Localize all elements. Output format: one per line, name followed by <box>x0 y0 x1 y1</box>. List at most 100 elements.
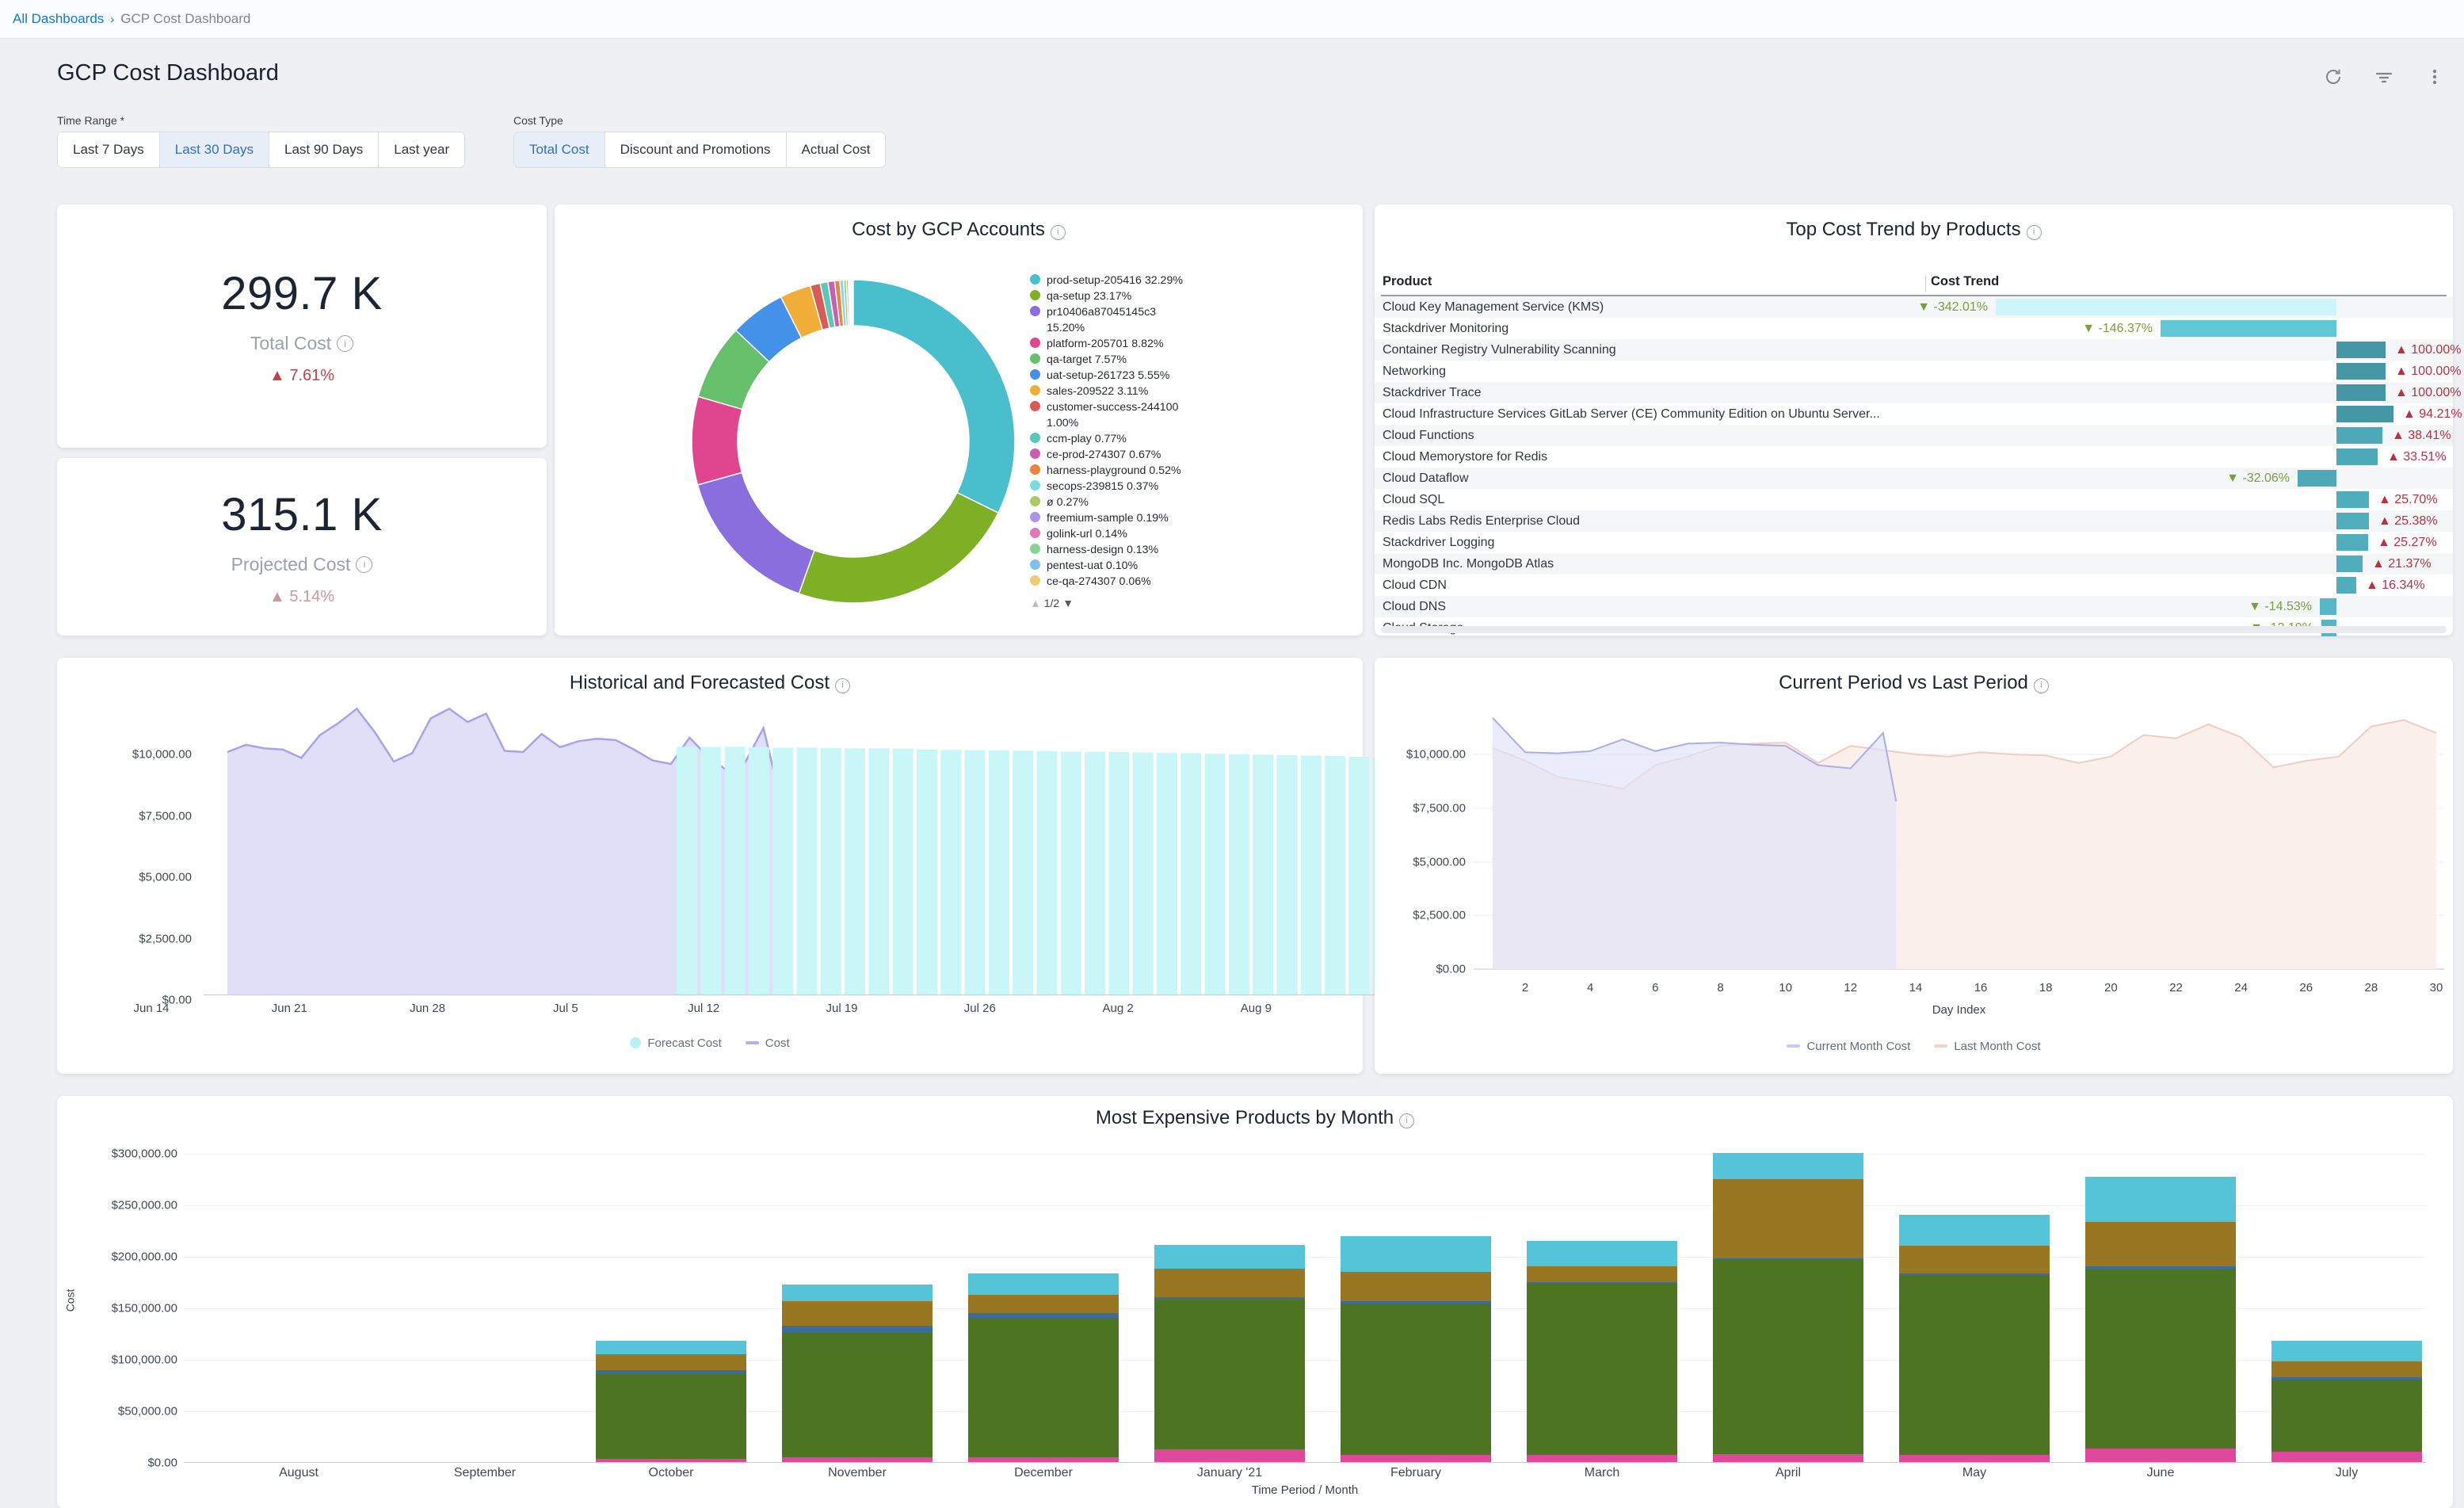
cost-type-option-total-cost[interactable]: Total Cost <box>514 132 605 167</box>
y-axis-tick: $10,000.00 <box>1383 748 1466 762</box>
bar-segment <box>1899 1276 2050 1455</box>
trend-value: ▲ 16.34% <box>2366 575 2425 596</box>
column-header-cost-trend: Cost Trend <box>1931 274 1999 289</box>
time-range-option-last-90-days[interactable]: Last 90 Days <box>269 132 379 167</box>
y-axis-tick: $7,500.00 <box>89 809 192 823</box>
table-row: Cloud Memorystore for Redis▲ 33.51% <box>1375 446 2453 468</box>
legend-dot-icon <box>1030 290 1040 300</box>
legend-item: Cost <box>746 1037 790 1050</box>
kpi-delta: ▲ 5.14% <box>269 588 334 606</box>
trend-value: ▼ -146.37% <box>2082 318 2153 339</box>
product-cell: Cloud Key Management Service (KMS) <box>1383 296 1910 318</box>
cost-trend-cell: ▲ 16.34% <box>1921 575 2450 596</box>
product-cell: Cloud CDN <box>1383 575 1910 596</box>
total-cost-card: 299.7 K Total Costi ▲ 7.61% <box>57 204 547 448</box>
product-cell: Networking <box>1383 361 1910 382</box>
product-cell: Container Registry Vulnerability Scannin… <box>1383 339 1910 361</box>
trend-value: ▼ -32.06% <box>2226 468 2290 489</box>
x-axis-tick: 4 <box>1587 981 1593 995</box>
x-axis-month-label: May <box>1962 1466 1986 1480</box>
x-axis-tick: 28 <box>2365 981 2378 995</box>
bar-segment <box>1341 1301 1491 1304</box>
trend-bar <box>2336 363 2386 380</box>
bar-segment <box>596 1370 746 1373</box>
table-row: Cloud Dataflow▼ -32.06% <box>1375 468 2453 489</box>
info-icon[interactable]: i <box>2027 225 2042 240</box>
cost-trend-cell: ▼ -14.53% <box>1921 596 2450 617</box>
x-axis-tick: Aug 2 <box>1102 1002 1133 1015</box>
monthly-stacked-bar-chart <box>184 1154 2426 1463</box>
donut-slice-pr10406a87045145c3 <box>698 472 814 594</box>
kpi-value: 299.7 K <box>221 267 382 320</box>
trend-bar <box>1996 299 2336 315</box>
breadcrumb-all-dashboards-link[interactable]: All Dashboards <box>13 11 104 27</box>
filter-icon[interactable] <box>2374 67 2394 87</box>
kpi-label: Projected Costi <box>231 554 373 575</box>
info-icon[interactable]: i <box>356 556 372 573</box>
legend-item: platform-205701 8.82% <box>1030 336 1331 352</box>
product-cell: MongoDB Inc. MongoDB Atlas <box>1383 553 1910 575</box>
cost-type-option-actual-cost[interactable]: Actual Cost <box>787 132 886 167</box>
bar-segment <box>2271 1377 2422 1380</box>
legend-item: pr10406a87045145c3 <box>1030 304 1331 320</box>
kebab-menu-icon[interactable] <box>2424 67 2445 87</box>
refresh-icon[interactable] <box>2323 67 2344 87</box>
horizontal-scrollbar[interactable] <box>1381 626 2447 633</box>
product-cell: Stackdriver Trace <box>1383 382 1910 403</box>
trend-value: ▲ 33.51% <box>2387 446 2447 468</box>
legend-page-down-icon[interactable]: ▼ <box>1062 597 1074 609</box>
kpi-delta: ▲ 7.61% <box>269 367 334 385</box>
trend-bar <box>2336 577 2356 594</box>
kpi-label: Total Costi <box>250 333 353 354</box>
bar-segment <box>2271 1341 2422 1361</box>
x-axis-tick: 18 <box>2039 981 2053 995</box>
product-cell: Cloud SQL <box>1383 489 1910 510</box>
bar-segment <box>1713 1260 1863 1453</box>
x-axis-month-label: September <box>454 1466 516 1480</box>
legend-dot-icon <box>1030 480 1040 491</box>
time-range-option-last-year[interactable]: Last year <box>379 132 464 167</box>
product-cell: Stackdriver Monitoring <box>1383 318 1910 339</box>
time-range-option-last-7-days[interactable]: Last 7 Days <box>58 132 160 167</box>
bar-segment <box>596 1341 746 1354</box>
dashboard-toolbar <box>2323 67 2445 87</box>
historical-legend: Forecast CostCost <box>57 1037 1363 1050</box>
table-row: MongoDB Inc. MongoDB Atlas ▲ 21.37% <box>1375 553 2453 575</box>
legend-dot-icon <box>1030 369 1040 380</box>
info-icon[interactable]: i <box>1051 225 1066 240</box>
trend-bar <box>2336 491 2369 508</box>
table-row: Stackdriver Logging▲ 25.27% <box>1375 532 2453 553</box>
bar-segment <box>782 1285 933 1301</box>
bar-segment <box>2085 1269 2236 1449</box>
bar-segment <box>1154 1245 1305 1269</box>
donut-slice-qa-setup <box>799 493 998 603</box>
trend-value: ▲ 94.21% <box>2403 403 2462 425</box>
info-icon[interactable]: i <box>2034 678 2049 693</box>
cost-trend-cell: ▲ 25.70% <box>1921 489 2450 510</box>
gridline <box>184 1154 2426 1155</box>
legend-page-up-icon[interactable]: ▲ <box>1030 597 1044 609</box>
table-row: Networking▲ 100.00% <box>1375 361 2453 382</box>
bar-segment <box>1527 1266 1677 1282</box>
y-axis-tick: $200,000.00 <box>71 1250 177 1264</box>
trend-value: ▲ 38.41% <box>2392 425 2451 446</box>
legend-dot-icon <box>1030 449 1040 459</box>
trend-value: ▲ 25.27% <box>2378 532 2437 553</box>
bar-segment <box>1154 1269 1305 1297</box>
legend-dot-icon <box>1030 401 1040 411</box>
bar-segment <box>1527 1241 1677 1267</box>
time-range-group: Last 7 DaysLast 30 DaysLast 90 DaysLast … <box>57 132 465 168</box>
cost-type-option-discount-and-promotions[interactable]: Discount and Promotions <box>605 132 787 167</box>
legend-item: qa-target 7.57% <box>1030 352 1331 368</box>
table-row: Redis Labs Redis Enterprise Cloud▲ 25.38… <box>1375 510 2453 532</box>
page-title: GCP Cost Dashboard <box>57 60 279 86</box>
x-axis-tick: Jun 21 <box>272 1002 307 1015</box>
time-range-option-last-30-days[interactable]: Last 30 Days <box>160 132 269 167</box>
cost-type-group: Total CostDiscount and PromotionsActual … <box>513 132 886 168</box>
info-icon[interactable]: i <box>337 335 353 352</box>
breadcrumb-chevron-icon: › <box>110 13 114 26</box>
trend-value: ▲ 21.37% <box>2372 553 2432 575</box>
info-icon[interactable]: i <box>835 678 850 693</box>
legend-dot-icon <box>1030 338 1040 348</box>
info-icon[interactable]: i <box>1399 1113 1414 1128</box>
